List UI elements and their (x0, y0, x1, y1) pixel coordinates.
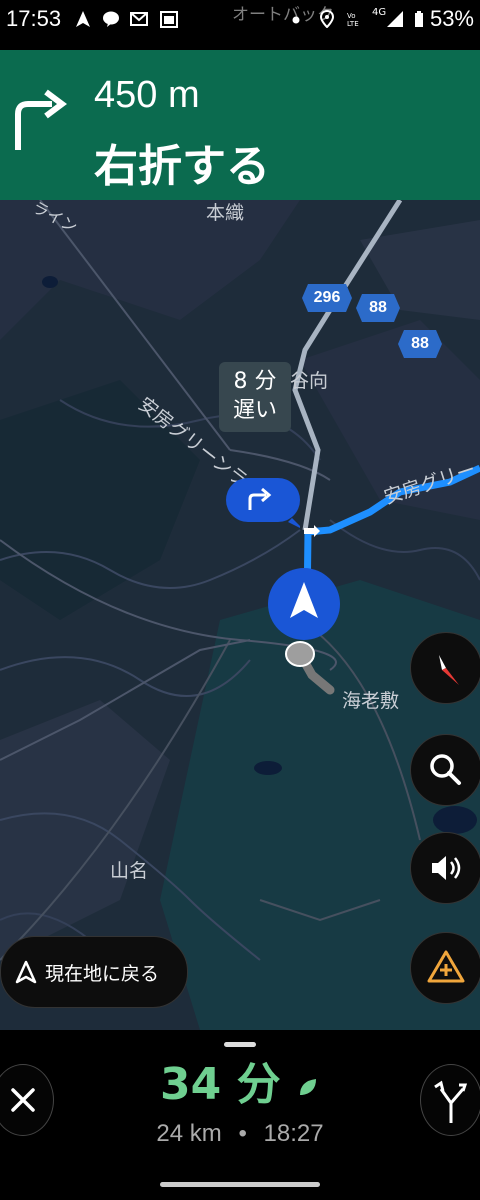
map-label-honori: 本織 (206, 202, 245, 224)
current-location-puck (268, 568, 340, 640)
navigation-icon (76, 11, 90, 27)
recenter-button[interactable]: 現在地に戻る (0, 936, 188, 1008)
search-icon (430, 754, 461, 785)
battery-icon (415, 11, 423, 27)
status-time: 17:53 (6, 6, 62, 31)
svg-text:LTE: LTE (347, 20, 359, 28)
sound-button[interactable] (410, 832, 480, 904)
recenter-label: 現在地に戻る (45, 963, 160, 985)
line-app-icon (103, 11, 119, 27)
arrival-time: 18:27 (263, 1120, 324, 1147)
report-incident-icon (427, 950, 465, 983)
svg-text:Vo: Vo (347, 12, 356, 20)
map-view[interactable]: 本織 山名 海老敷 谷向 安房グリーンライン 安房グリー ライン 296 88 … (0, 200, 480, 1030)
map-label-yatsumuki: 谷向 (290, 370, 329, 392)
alternate-routes-button[interactable] (420, 1064, 480, 1136)
network-label: 4G (372, 7, 387, 18)
turn-right-icon (15, 89, 67, 150)
route-shield: 88 (398, 330, 442, 358)
system-gesture-bar[interactable] (160, 1182, 320, 1187)
trip-separator: • (238, 1120, 247, 1147)
mail-icon (130, 12, 148, 26)
delay-minutes: 8 分 (233, 369, 277, 394)
map-label-ebishiki: 海老敷 (342, 690, 400, 712)
volte-icon: VoLTE (347, 12, 359, 28)
navigation-banner[interactable]: 450 m 右折する (0, 50, 480, 200)
origin-marker (285, 641, 315, 667)
map-label-yamana: 山名 (110, 860, 149, 882)
compass-button[interactable] (410, 632, 480, 704)
traffic-delay-callout[interactable]: 8 分 遅い (219, 362, 291, 432)
compass-icon (439, 655, 459, 685)
sheet-handle[interactable] (224, 1042, 256, 1047)
status-ticker: オートバックス 館山バイパ (232, 5, 332, 25)
navigation-arrow-icon (15, 960, 37, 984)
maneuver-instruction: 右折する (94, 141, 270, 192)
search-button[interactable] (410, 734, 480, 806)
volume-icon (432, 856, 461, 880)
maneuver-distance: 450 m (94, 74, 200, 116)
report-incident-button[interactable] (410, 932, 480, 1004)
eco-leaf-icon (299, 1079, 316, 1095)
turn-right-icon (248, 487, 300, 528)
delay-label: 遅い (232, 398, 277, 423)
eta-duration: 34 分 (0, 1048, 480, 1112)
next-turn-bubble (226, 478, 300, 528)
signal-icon (387, 11, 403, 27)
location-icon (319, 10, 335, 28)
trip-distance: 24 km (156, 1120, 222, 1147)
calendar-icon (160, 11, 178, 28)
route-shield: 88 (356, 294, 400, 322)
trip-details: 24 km • 18:27 (0, 1120, 480, 1148)
map-canvas (0, 200, 480, 1030)
battery-level: 53% (429, 6, 474, 31)
trip-summary-sheet[interactable]: 34 分 24 km • 18:27 (0, 1030, 480, 1200)
route-split-icon (434, 1080, 468, 1123)
dot-icon (292, 16, 300, 24)
status-bar: 17:53 オートバックス 館山バイパ VoLTE 4G 53% (0, 0, 480, 40)
route-shield: 296 (302, 284, 352, 312)
